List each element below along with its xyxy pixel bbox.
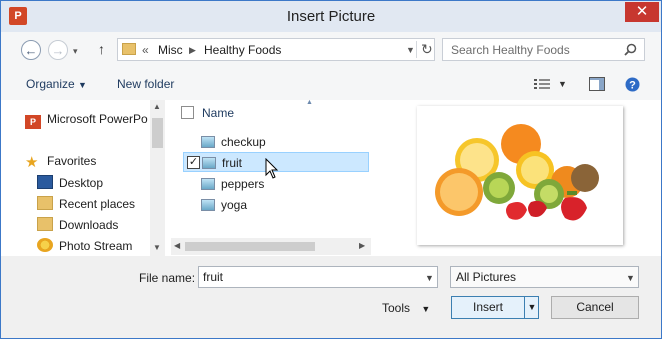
sidebar-item-label: Favorites [47, 154, 97, 168]
search-icon[interactable] [624, 43, 637, 56]
sidebar-item-label: Recent places [59, 197, 136, 211]
file-name: fruit [222, 156, 243, 170]
insert-picture-dialog: P Insert Picture ✕ ← → ▾ ↑ « Misc ▶ Heal… [0, 0, 662, 339]
image-file-icon [201, 136, 215, 148]
command-toolbar: Organize ▼ New folder ▼ ? [1, 69, 661, 101]
file-type-value: All Pictures [456, 270, 517, 284]
navigation-pane: P Microsoft PowerPo ★ Favorites Desktop Re… [11, 100, 151, 256]
forward-button[interactable]: → [48, 40, 68, 60]
image-preview [417, 106, 623, 245]
cancel-button[interactable]: Cancel [551, 296, 639, 319]
insert-button[interactable]: Insert ▼ [451, 296, 539, 319]
file-row-yoga[interactable]: yoga [183, 195, 369, 215]
desktop-icon [37, 175, 53, 189]
search-box[interactable]: Search Healthy Foods [442, 38, 645, 61]
sidebar-item-recent-places[interactable]: Recent places [37, 196, 135, 211]
navigation-scrollbar[interactable]: ▲ ▼ [150, 100, 165, 256]
breadcrumb-misc[interactable]: Misc [158, 43, 183, 57]
sidebar-item-favorites[interactable]: ★ Favorites [25, 154, 96, 170]
downloads-icon [37, 217, 53, 231]
up-button[interactable]: ↑ [98, 41, 105, 57]
refresh-icon[interactable]: ↻ [416, 41, 433, 58]
back-button[interactable]: ← [21, 40, 41, 60]
new-folder-button[interactable]: New folder [117, 77, 174, 91]
sidebar-item-desktop[interactable]: Desktop [37, 175, 103, 190]
image-file-icon [201, 199, 215, 211]
sidebar-item-label: Downloads [59, 218, 119, 232]
file-name-combobox[interactable]: fruit ▼ [198, 266, 438, 288]
scroll-left-arrow-icon[interactable]: ◀ [174, 241, 180, 250]
file-list-horizontal-scrollbar[interactable]: ◀ ▶ [171, 238, 371, 255]
address-bar[interactable]: « Misc ▶ Healthy Foods ▼ ↻ [117, 38, 435, 61]
close-button[interactable]: ✕ [625, 2, 659, 22]
scroll-right-arrow-icon[interactable]: ▶ [359, 241, 365, 250]
file-type-select[interactable]: All Pictures ▼ [450, 266, 639, 288]
insert-dropdown-icon[interactable]: ▼ [524, 297, 539, 318]
powerpoint-icon: P [25, 115, 41, 129]
folder-icon [122, 43, 136, 55]
recent-locations-chevron-icon[interactable]: ▾ [73, 46, 78, 57]
svg-text:?: ? [629, 80, 636, 92]
file-name-label: File name: [139, 271, 196, 285]
breadcrumb-overflow[interactable]: « [142, 43, 149, 57]
organize-label: Organize [26, 77, 75, 91]
sidebar-item-label: Desktop [59, 176, 104, 190]
horizontal-scrollbar-thumb[interactable] [185, 242, 315, 251]
sidebar-item-label: Photo Stream [59, 239, 133, 253]
sidebar-item-downloads[interactable]: Downloads [37, 217, 118, 232]
star-icon: ★ [25, 154, 39, 171]
scroll-down-arrow-icon[interactable]: ▼ [153, 243, 161, 252]
fruit-preview-image [435, 124, 599, 221]
address-dropdown-icon[interactable]: ▼ [406, 45, 415, 55]
scrollbar-thumb[interactable] [152, 118, 163, 148]
tools-dropdown-icon: ▼ [421, 304, 431, 314]
file-name: peppers [221, 177, 265, 191]
dialog-footer: File name: fruit ▼ All Pictures ▼ Tools … [1, 256, 661, 338]
image-file-icon [202, 157, 216, 169]
view-dropdown-icon[interactable]: ▼ [558, 79, 567, 89]
scroll-up-arrow-icon[interactable]: ▲ [153, 102, 161, 111]
file-row-checkup[interactable]: checkup [183, 132, 369, 152]
file-type-dropdown-icon[interactable]: ▼ [626, 273, 635, 283]
file-name-dropdown-icon[interactable]: ▼ [425, 273, 434, 283]
image-file-icon [201, 178, 215, 190]
window-title: Insert Picture [286, 8, 376, 25]
organize-dropdown-icon: ▼ [78, 80, 87, 90]
search-input[interactable]: Search Healthy Foods [451, 43, 570, 57]
breadcrumb-separator-icon[interactable]: ▶ [189, 45, 196, 56]
sidebar-item-powerpoint[interactable]: P Microsoft PowerPo [25, 112, 148, 129]
navigation-bar: ← → ▾ ↑ « Misc ▶ Healthy Foods ▼ ↻ Searc… [1, 32, 661, 69]
file-checkbox[interactable]: ✓ [187, 156, 200, 169]
insert-label: Insert [472, 300, 503, 314]
preview-pane-icon[interactable] [589, 77, 605, 91]
tools-label: Tools [382, 301, 411, 315]
file-name: yoga [221, 198, 248, 212]
title-bar: P Insert Picture ✕ [1, 1, 661, 32]
photo-stream-icon [37, 238, 53, 252]
file-list: Name ▲ checkup ✓ fruit peppers yoga [171, 99, 371, 256]
column-header: Name ▲ [171, 99, 371, 124]
help-icon[interactable]: ? [625, 77, 640, 92]
mouse-cursor-icon [265, 158, 279, 179]
view-options-icon[interactable] [534, 78, 550, 91]
organize-button[interactable]: Organize ▼ [26, 77, 87, 91]
sort-ascending-icon: ▲ [306, 99, 313, 106]
file-name-input[interactable]: fruit [203, 270, 223, 284]
column-name[interactable]: Name [202, 106, 234, 120]
sidebar-item-label: Microsoft PowerPo [47, 112, 148, 126]
select-all-checkbox[interactable] [181, 106, 194, 119]
file-name: checkup [221, 135, 266, 149]
breadcrumb-healthy-foods[interactable]: Healthy Foods [204, 43, 281, 57]
recent-places-icon [37, 196, 53, 210]
tools-button[interactable]: Tools ▼ [382, 301, 430, 315]
sidebar-item-photo-stream[interactable]: Photo Stream [37, 238, 132, 253]
